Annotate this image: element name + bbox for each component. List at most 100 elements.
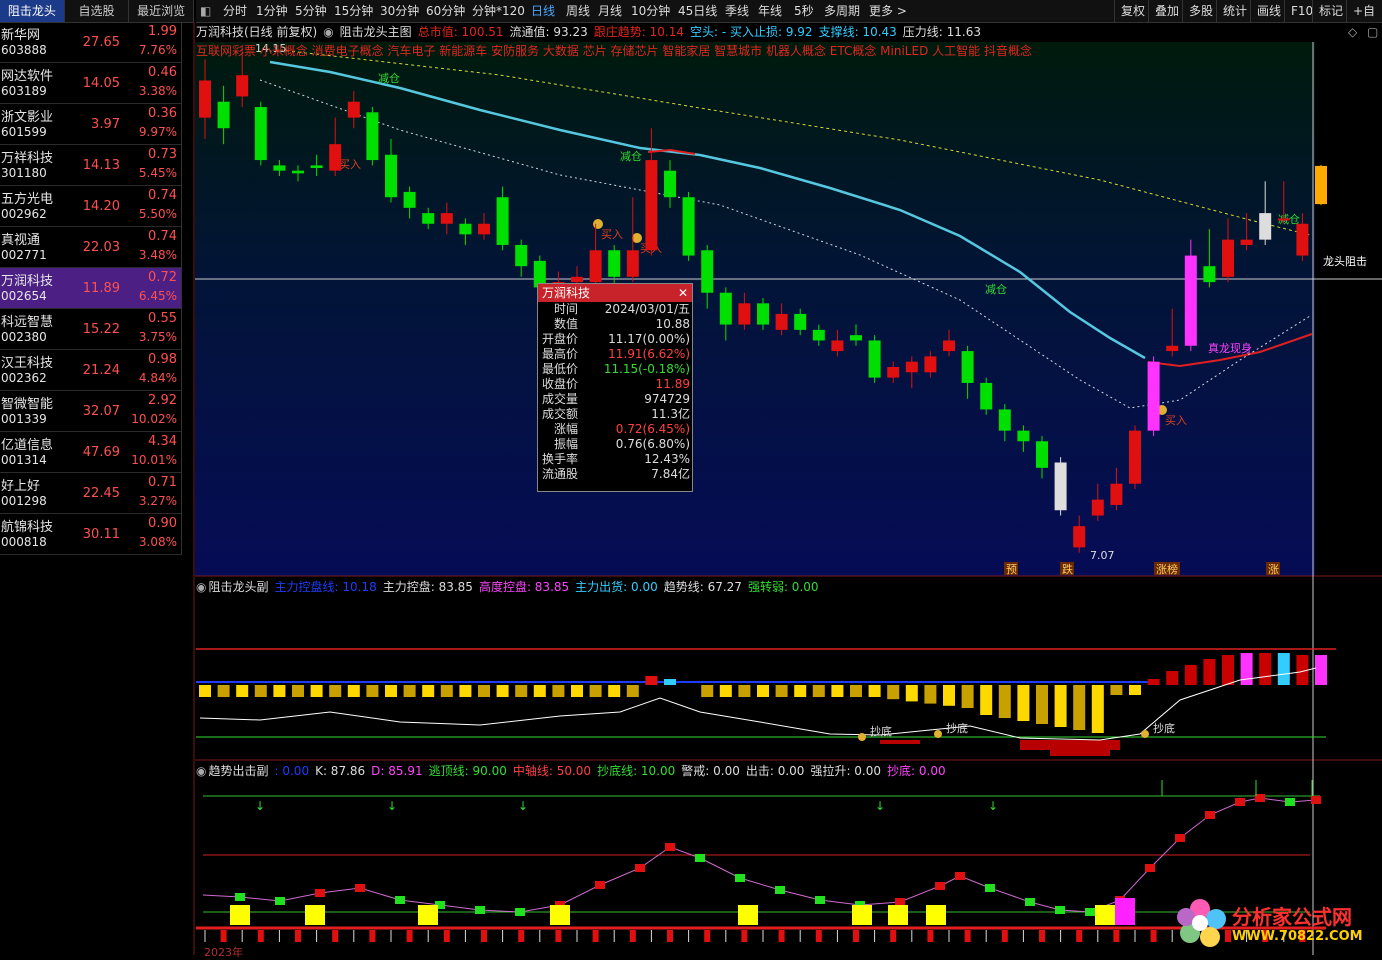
popup-row-value: 11.17(0.00%)	[608, 332, 690, 346]
tick-bar	[518, 930, 525, 942]
sub1-title[interactable]: 阻击龙头副	[208, 580, 268, 594]
candle-body	[831, 340, 844, 352]
tick-bar	[443, 930, 450, 942]
close-icon[interactable]: ✕	[678, 284, 688, 302]
control-bar	[775, 685, 788, 697]
candle-body	[1184, 255, 1197, 346]
control-bar	[236, 685, 249, 697]
tick-bar	[295, 930, 301, 942]
tick-bar	[257, 930, 264, 942]
tick-bar	[964, 930, 971, 942]
signal-tag: 预	[1006, 563, 1017, 576]
popup-row: 开盘价 11.17(0.00%)	[538, 332, 692, 347]
candle-body	[1036, 441, 1048, 468]
popup-row-value: 11.91(6.62%)	[608, 347, 690, 361]
sub1-header: ◉ 阻击龙头副 主力控盘线: 10.18 主力控盘: 83.85 高度控盘: 83.85…	[196, 578, 831, 595]
indicator-value: 支撑线: 10.43	[818, 25, 897, 39]
popup-row-label: 成交额	[542, 407, 579, 421]
control-bar	[998, 685, 1011, 718]
indicator-value: 主力控盘线: 10.18	[274, 580, 377, 594]
candle-body	[440, 213, 453, 224]
popup-row: 收盘价 11.89	[538, 377, 692, 392]
settings-icon[interactable]: ◇	[1348, 25, 1357, 39]
control-bar	[738, 685, 751, 697]
sub2-toggle-icon[interactable]: ◉	[196, 764, 206, 778]
candle-body	[292, 170, 304, 174]
bottom-signal-icon	[1141, 730, 1149, 738]
candle-body	[775, 313, 788, 330]
candle-body	[199, 80, 211, 118]
sub2-title[interactable]: 趋势出击副	[208, 764, 268, 778]
candle-body	[515, 244, 528, 267]
control-bar	[980, 685, 993, 715]
chart-title: 万润科技(日线 前复权)	[196, 25, 318, 39]
control-bar	[217, 685, 230, 697]
tick-bar	[704, 930, 711, 942]
popup-row: 成交额 11.3亿	[538, 407, 692, 422]
tick-bar	[667, 930, 673, 942]
popup-row: 最低价 11.15(-0.18%)	[538, 362, 692, 377]
candle-body	[757, 303, 769, 325]
control-bar	[366, 685, 379, 697]
control-bar	[1315, 655, 1327, 685]
control-bar	[459, 685, 472, 697]
kd-marker	[1145, 864, 1155, 872]
bottom-bar	[1050, 740, 1110, 756]
control-bar	[1259, 653, 1272, 685]
tick-bar	[778, 930, 785, 942]
concept-tags: 互联网彩票 小米概念 消费电子概念 汽车电子 新能源车 安防服务 大数据 芯片 …	[196, 44, 1032, 58]
candle-body	[868, 340, 881, 378]
kd-marker	[1175, 834, 1185, 842]
control-bar	[1110, 685, 1123, 695]
control-bar	[812, 685, 825, 697]
control-bar	[1184, 665, 1197, 685]
window-icon[interactable]: ▢	[1367, 25, 1378, 39]
control-bar	[478, 685, 490, 697]
control-bar	[1091, 685, 1104, 733]
arrow-down-icon: ↓	[875, 799, 885, 813]
control-bar	[887, 685, 900, 700]
bottom-signal-label: 抄底	[1153, 721, 1175, 735]
candle-body	[1222, 239, 1234, 277]
watermark: 分析家公式网 WWW.70822.COM	[1176, 893, 1376, 953]
indicator-value: 高度控盘: 83.85	[478, 580, 570, 594]
control-bar	[589, 685, 602, 697]
indicator-toggle-icon[interactable]: ◉	[323, 25, 333, 39]
kd-marker	[935, 882, 945, 890]
indicator-name[interactable]: 阻击龙头主图	[340, 25, 412, 39]
candle-body	[850, 335, 862, 341]
popup-row-value: 974729	[644, 392, 690, 406]
trend-line	[199, 667, 1317, 741]
kd-marker	[475, 906, 485, 914]
popup-row-value: 11.15(-0.18%)	[603, 362, 690, 376]
candle-body	[998, 409, 1011, 431]
popup-row-value: 0.72(6.45%)	[615, 422, 690, 436]
indicator-value: K: 87.86	[315, 764, 366, 778]
kd-marker	[1235, 798, 1245, 806]
tick-bar	[1076, 930, 1083, 942]
candle-body	[943, 340, 955, 352]
sub1-toggle-icon[interactable]: ◉	[196, 580, 206, 594]
popup-row-label: 流通股	[542, 467, 579, 481]
control-bar	[1036, 685, 1048, 724]
popup-row: 流通股 7.84亿	[538, 467, 692, 482]
kd-marker	[235, 893, 245, 901]
indicator-value: 逃顶线: 90.00	[428, 764, 507, 778]
signal-square	[888, 905, 908, 925]
bottom-signal-icon	[858, 733, 866, 741]
tick-bar	[332, 930, 339, 942]
control-bar	[1166, 671, 1179, 685]
indicator-value: 抄底: 0.00	[887, 764, 946, 778]
indicator-value: 压力线: 11.63	[902, 25, 982, 39]
popup-row-value: 12.43%	[644, 452, 690, 466]
control-bar	[645, 676, 658, 685]
kd-marker	[985, 884, 995, 892]
candle-body	[682, 197, 695, 256]
signal-square	[550, 905, 570, 925]
control-bar	[496, 685, 509, 697]
control-bar	[719, 685, 732, 697]
candle-body	[1166, 345, 1179, 352]
tick-bar	[853, 930, 859, 942]
indicator-value: 警戒: 0.00	[681, 764, 740, 778]
candle-body	[1147, 361, 1160, 431]
